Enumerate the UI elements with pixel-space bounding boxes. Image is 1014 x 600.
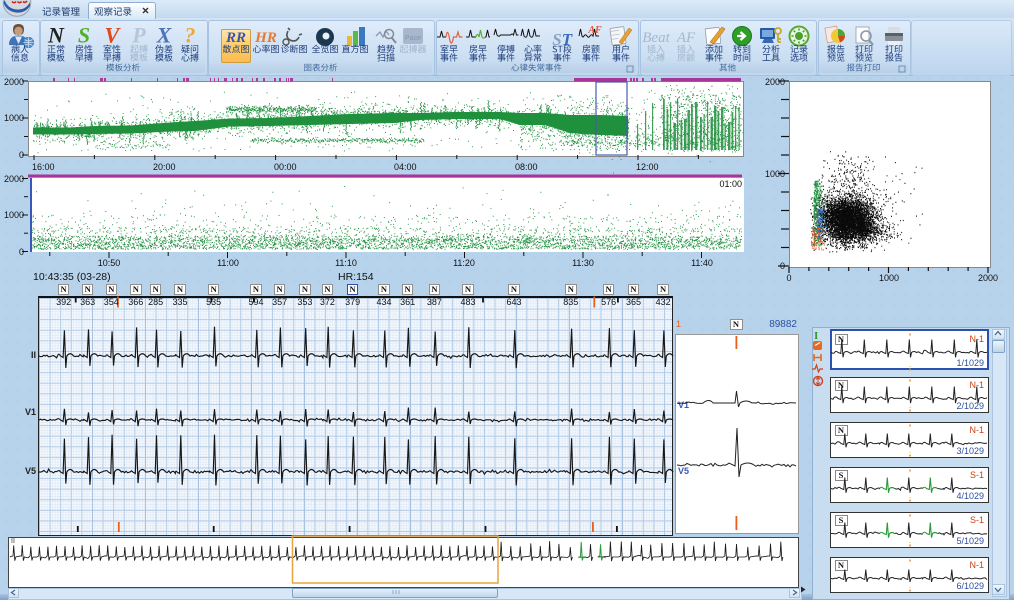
svg-text:?: ?	[185, 23, 196, 48]
svg-text:HR: HR	[254, 30, 277, 46]
svg-text:X: X	[156, 23, 173, 48]
svg-text:V: V	[105, 23, 122, 48]
svg-text:AF: AF	[587, 25, 602, 36]
svg-text:T: T	[562, 30, 573, 49]
svg-text:S: S	[78, 23, 90, 48]
svg-text:Pace: Pace	[405, 35, 421, 42]
svg-text:AF: AF	[676, 30, 696, 46]
svg-text:I: I	[814, 330, 818, 342]
svg-text:Beat: Beat	[642, 30, 670, 46]
svg-text:RR: RR	[225, 30, 246, 46]
svg-text:P: P	[131, 23, 146, 48]
svg-text:N: N	[47, 23, 65, 48]
